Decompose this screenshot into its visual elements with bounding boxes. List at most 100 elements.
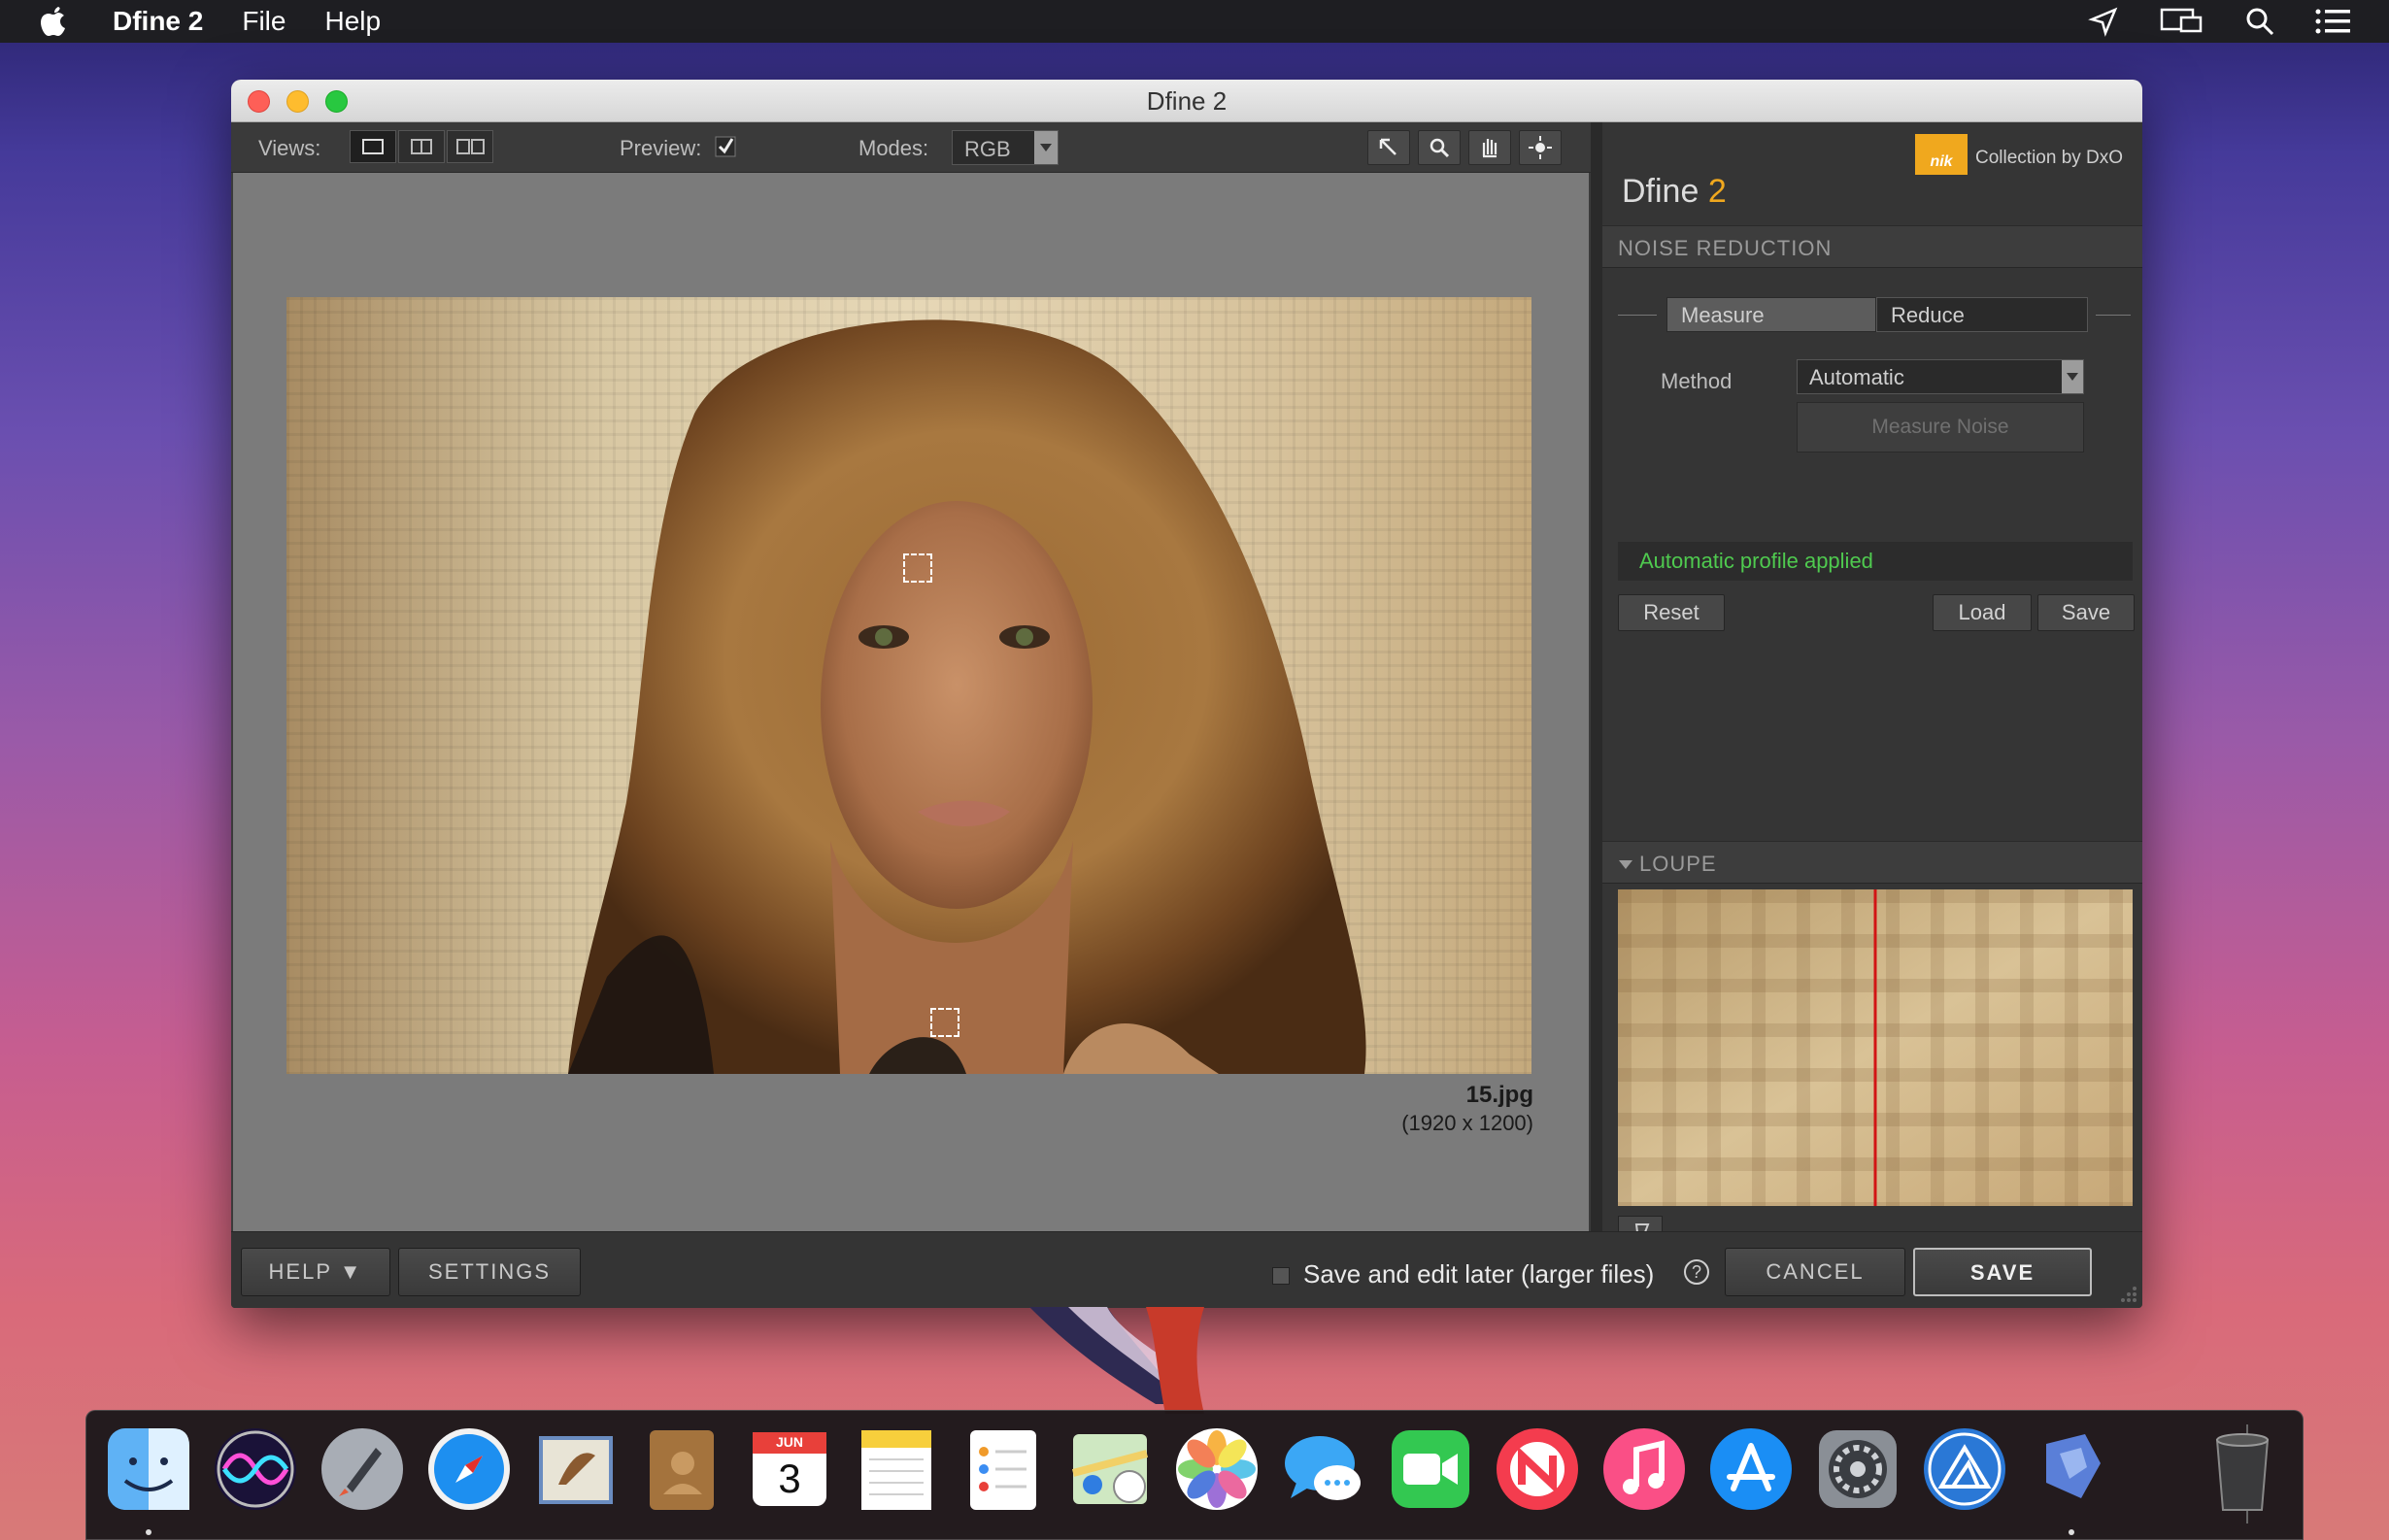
music-icon[interactable] bbox=[1599, 1424, 1689, 1514]
maps-icon[interactable] bbox=[1065, 1424, 1155, 1514]
app-store-icon[interactable] bbox=[1706, 1424, 1796, 1514]
arrow-pointer-icon bbox=[1379, 138, 1396, 155]
views-label: Views: bbox=[258, 136, 321, 160]
cancel-button[interactable]: CANCEL bbox=[1725, 1248, 1905, 1296]
siri-icon[interactable] bbox=[211, 1424, 300, 1514]
settings-button[interactable]: SETTINGS bbox=[398, 1248, 581, 1296]
save-later-checkbox[interactable] bbox=[1272, 1267, 1290, 1285]
triangle-down-icon bbox=[1619, 860, 1632, 869]
menu-file[interactable]: File bbox=[242, 6, 286, 37]
panel-divider[interactable] bbox=[1591, 122, 1602, 1231]
menu-bar: Dfine 2 File Help bbox=[0, 0, 2389, 43]
messages-icon[interactable] bbox=[1279, 1424, 1368, 1514]
single-view-icon bbox=[362, 139, 384, 154]
control-panel: nik Collection by DxO Dfine 2 NOISE REDU… bbox=[1602, 122, 2142, 1249]
facetime-icon[interactable] bbox=[1386, 1424, 1475, 1514]
panel-title-name: Dfine bbox=[1622, 173, 1699, 210]
running-indicator bbox=[2069, 1529, 2074, 1535]
apple-menu-icon[interactable] bbox=[39, 5, 68, 38]
affinity-icon[interactable] bbox=[1920, 1424, 2009, 1514]
calendar-day: 3 bbox=[778, 1456, 801, 1501]
feedback-icon[interactable] bbox=[2027, 1424, 2116, 1514]
collection-label: Collection by DxO bbox=[1975, 148, 2124, 168]
magnifier-icon bbox=[1430, 138, 1450, 158]
modes-label: Modes: bbox=[858, 136, 929, 160]
loupe-header[interactable]: LOUPE bbox=[1602, 841, 2142, 884]
toolbar: Views: Preview: Modes: RGB bbox=[231, 122, 1591, 173]
control-point-icon bbox=[1529, 136, 1552, 159]
notes-icon[interactable] bbox=[852, 1424, 941, 1514]
method-value: Automatic bbox=[1809, 365, 1904, 389]
news-icon[interactable] bbox=[1493, 1424, 1582, 1514]
loupe-preview[interactable] bbox=[1618, 889, 2133, 1206]
hand-tool-button[interactable] bbox=[1468, 130, 1511, 165]
window-title: Dfine 2 bbox=[1146, 86, 1228, 116]
finder-icon[interactable] bbox=[104, 1424, 193, 1514]
spotlight-search-icon[interactable] bbox=[2245, 7, 2274, 36]
save-button[interactable]: SAVE bbox=[1913, 1248, 2092, 1296]
single-view-button[interactable] bbox=[350, 130, 396, 163]
photos-icon[interactable] bbox=[1172, 1424, 1262, 1514]
calendar-icon[interactable]: JUN 3 bbox=[745, 1424, 834, 1514]
chevron-down-icon bbox=[2062, 360, 2083, 393]
dfine-window: Dfine 2 Views: Preview: Modes: RGB 15.jp… bbox=[231, 80, 2142, 1308]
nik-logo: nik bbox=[1915, 134, 1968, 175]
notification-center-icon[interactable] bbox=[2315, 8, 2350, 35]
chevron-down-icon bbox=[1034, 131, 1058, 164]
pointer-tool-button[interactable] bbox=[1367, 130, 1410, 165]
display-mirror-icon[interactable] bbox=[2160, 6, 2204, 37]
noise-reduction-header: NOISE REDUCTION bbox=[1602, 225, 2142, 268]
zoom-tool-button[interactable] bbox=[1418, 130, 1461, 165]
modes-value: RGB bbox=[964, 137, 1011, 161]
question-icon[interactable]: ? bbox=[1684, 1259, 1709, 1285]
status-area bbox=[2088, 0, 2350, 43]
status-message: Automatic profile applied bbox=[1618, 542, 2133, 581]
bottom-bar: HELP ▼ SETTINGS Save and edit later (lar… bbox=[231, 1231, 2142, 1308]
save-later-label: Save and edit later (larger files) bbox=[1303, 1259, 1655, 1289]
tab-measure[interactable]: Measure bbox=[1666, 297, 1876, 332]
split-view-button[interactable] bbox=[398, 130, 445, 163]
modes-select[interactable]: RGB bbox=[952, 130, 1059, 165]
reminders-icon[interactable] bbox=[959, 1424, 1048, 1514]
split-view-icon bbox=[411, 139, 432, 154]
file-name: 15.jpg bbox=[1465, 1082, 1533, 1108]
divider-line bbox=[1618, 315, 1657, 316]
file-dimensions: (1920 x 1200) bbox=[1401, 1111, 1533, 1135]
control-point-marker[interactable] bbox=[930, 1008, 959, 1037]
preview-checkbox[interactable] bbox=[715, 136, 736, 157]
location-icon[interactable] bbox=[2088, 6, 2119, 37]
wallpaper-flower bbox=[1029, 1307, 1204, 1414]
control-point-tool-button[interactable] bbox=[1519, 130, 1562, 165]
mail-icon[interactable] bbox=[531, 1424, 621, 1514]
contacts-icon[interactable] bbox=[638, 1424, 727, 1514]
loupe-image bbox=[1618, 889, 2133, 1206]
system-preferences-icon[interactable] bbox=[1813, 1424, 1902, 1514]
trash-icon[interactable] bbox=[2198, 1424, 2287, 1514]
preview-label: Preview: bbox=[620, 136, 702, 160]
menu-app-name[interactable]: Dfine 2 bbox=[113, 6, 203, 37]
reset-button[interactable]: Reset bbox=[1618, 594, 1725, 631]
calendar-month: JUN bbox=[775, 1434, 803, 1450]
save-settings-button[interactable]: Save bbox=[2037, 594, 2135, 631]
menu-help[interactable]: Help bbox=[324, 6, 381, 37]
tab-reduce[interactable]: Reduce bbox=[1876, 297, 2088, 332]
divider-line bbox=[2096, 315, 2131, 316]
measure-noise-button[interactable]: Measure Noise bbox=[1797, 402, 2084, 452]
resize-grip-icon[interactable] bbox=[2117, 1283, 2138, 1304]
title-bar[interactable]: Dfine 2 bbox=[231, 80, 2142, 122]
control-point-marker[interactable] bbox=[903, 553, 932, 583]
dock: JUN 3 bbox=[85, 1410, 2304, 1540]
method-select[interactable]: Automatic bbox=[1797, 359, 2084, 394]
side-by-side-view-button[interactable] bbox=[447, 130, 493, 163]
panel-title-version: 2 bbox=[1707, 173, 1727, 210]
side-by-side-icon bbox=[456, 139, 485, 154]
help-button[interactable]: HELP ▼ bbox=[241, 1248, 390, 1296]
safari-icon[interactable] bbox=[424, 1424, 514, 1514]
load-button[interactable]: Load bbox=[1933, 594, 2032, 631]
running-indicator bbox=[146, 1529, 151, 1535]
portrait-photo[interactable] bbox=[286, 297, 1531, 1074]
method-label: Method bbox=[1661, 369, 1733, 393]
preview-canvas[interactable]: 15.jpg (1920 x 1200) bbox=[233, 173, 1589, 1231]
loupe-label: LOUPE bbox=[1639, 852, 1717, 876]
launchpad-icon[interactable] bbox=[318, 1424, 407, 1514]
